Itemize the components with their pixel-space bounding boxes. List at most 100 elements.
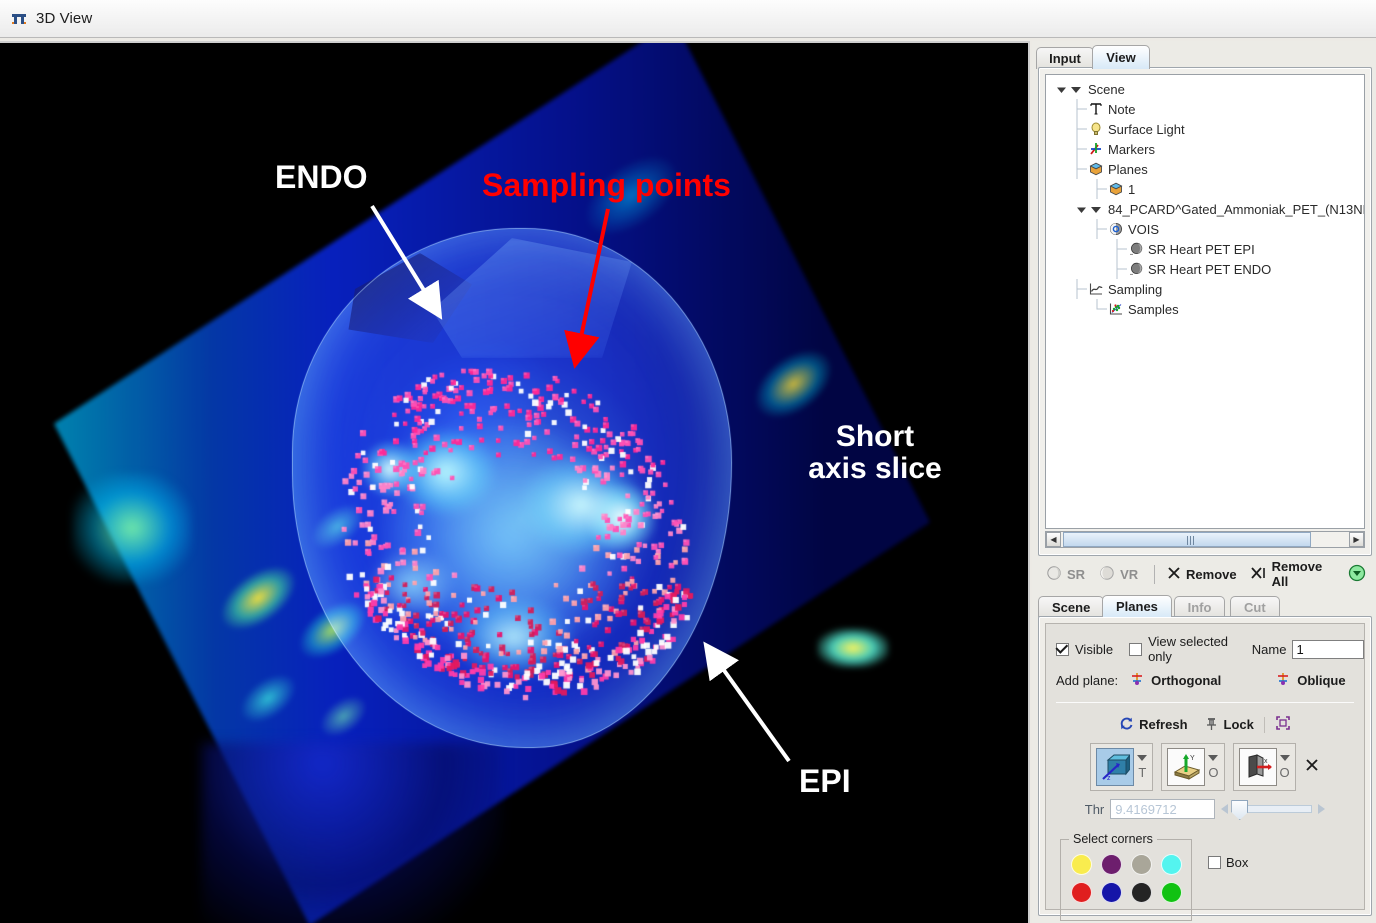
light-bulb-icon xyxy=(1088,121,1104,137)
tree-item-scene[interactable]: Scene xyxy=(1046,79,1364,99)
remove-label: Remove xyxy=(1186,566,1237,582)
chevron-down-icon[interactable] xyxy=(1137,754,1148,761)
plane-button-letter: T xyxy=(1138,764,1147,780)
tree-item-84-pcard-gated-ammoniak-pet-n13nh3-dy[interactable]: 84_PCARD^Gated_Ammoniak_PET_(N13NH3)_DY xyxy=(1046,199,1364,219)
tree-item-sampling[interactable]: Sampling xyxy=(1046,279,1364,299)
tree-branch-line xyxy=(1074,159,1088,179)
oblique-plane-icon[interactable] xyxy=(1276,672,1290,689)
remove-button[interactable]: Remove xyxy=(1167,566,1237,583)
chevron-down-icon[interactable] xyxy=(1208,754,1219,761)
corner-color-5[interactable] xyxy=(1101,882,1122,903)
orthogonal-plane-icon[interactable] xyxy=(1130,672,1144,689)
close-plane-button[interactable] xyxy=(1304,757,1320,778)
scene-action-bar: SR VR Remove Remove All xyxy=(1038,559,1372,589)
vr-button[interactable]: VR xyxy=(1099,565,1138,584)
thr-increment-arrow[interactable] xyxy=(1318,804,1326,814)
3d-viewport[interactable]: ENDO Sampling points Short axis slice EP… xyxy=(2,43,1028,923)
corner-color-2[interactable] xyxy=(1131,854,1152,875)
plane-button-group-1: YO xyxy=(1161,743,1225,791)
tree-item-label: 84_PCARD^Gated_Ammoniak_PET_(N13NH3)_DY xyxy=(1108,201,1364,217)
more-options-button[interactable] xyxy=(1348,564,1366,585)
tree-item-label: Samples xyxy=(1128,301,1179,317)
plane-button-side-0: T xyxy=(1137,754,1148,780)
tab-info[interactable]: Info xyxy=(1173,596,1226,617)
scrollbar-left-arrow[interactable]: ◀ xyxy=(1046,532,1061,547)
plane-y-icon[interactable]: Y xyxy=(1167,748,1206,786)
green-down-arrow-icon xyxy=(1348,564,1366,585)
markers-axes-icon xyxy=(1088,141,1104,157)
scrollbar-thumb[interactable] xyxy=(1063,532,1311,547)
corner-color-6[interactable] xyxy=(1131,882,1152,903)
surface-sphere-icon xyxy=(1128,241,1144,257)
expand-triangle-icon xyxy=(1054,84,1068,95)
thr-decrement-arrow[interactable] xyxy=(1221,804,1229,814)
refresh-icon xyxy=(1119,716,1134,734)
plane-x-icon[interactable]: x xyxy=(1238,748,1277,786)
orthogonal-label[interactable]: Orthogonal xyxy=(1151,673,1221,688)
lock-button[interactable]: Lock xyxy=(1204,716,1254,734)
tree-item-sr-heart-pet-endo[interactable]: SR Heart PET ENDO xyxy=(1046,259,1364,279)
scrollbar-grip xyxy=(1187,536,1194,545)
plane-button-letter: O xyxy=(1279,764,1290,780)
3d-viewport-container[interactable]: ENDO Sampling points Short axis slice EP… xyxy=(0,41,1030,923)
tree-item-planes[interactable]: Planes xyxy=(1046,159,1364,179)
tree-branch-line xyxy=(1074,139,1088,159)
thr-slider-thumb[interactable] xyxy=(1231,800,1249,820)
tree-item-vois[interactable]: VOIS xyxy=(1046,219,1364,239)
scene-tree[interactable]: Scene Note Surface Light Markers Planes 1 84_P… xyxy=(1045,74,1365,529)
corner-color-3[interactable] xyxy=(1161,854,1182,875)
tree-branch-line xyxy=(1074,279,1088,299)
scrollbar-track[interactable] xyxy=(1061,532,1349,547)
corner-color-4[interactable] xyxy=(1071,882,1092,903)
box-checkbox[interactable] xyxy=(1208,856,1221,869)
threshold-row: Thr 9.4169712 xyxy=(1046,799,1364,820)
sr-button[interactable]: SR xyxy=(1046,565,1085,584)
tree-item-label: SR Heart PET EPI xyxy=(1148,241,1255,257)
thr-slider[interactable] xyxy=(1231,800,1313,820)
scrollbar-right-arrow[interactable]: ▶ xyxy=(1349,532,1364,547)
chevron-down-icon[interactable] xyxy=(1279,754,1290,761)
tab-planes[interactable]: Planes xyxy=(1102,595,1172,617)
plane-button-side-2: O xyxy=(1279,754,1290,780)
panel-tab-strip: Scene Planes Info Cut xyxy=(1038,595,1372,617)
top-tab-strip: Input View xyxy=(1036,45,1372,69)
view-selected-only-checkbox[interactable] xyxy=(1129,642,1143,656)
3d-view-icon xyxy=(10,10,28,28)
text-note-icon xyxy=(1088,101,1104,117)
corner-color-1[interactable] xyxy=(1101,854,1122,875)
tree-branch-line xyxy=(1094,299,1108,319)
tree-item-surface-light[interactable]: Surface Light xyxy=(1046,119,1364,139)
plane-z-icon[interactable]: z xyxy=(1096,748,1135,786)
corner-swatch-cell xyxy=(1131,882,1161,910)
tree-branch-line xyxy=(1114,239,1128,259)
fit-to-view-icon[interactable] xyxy=(1275,715,1291,734)
tab-input[interactable]: Input xyxy=(1036,47,1094,69)
corner-color-0[interactable] xyxy=(1071,854,1092,875)
tree-item-label: 1 xyxy=(1128,181,1136,197)
visible-checkbox[interactable] xyxy=(1056,642,1069,656)
plane-button-side-1: O xyxy=(1208,754,1219,780)
tab-view[interactable]: View xyxy=(1092,45,1150,69)
tree-item-markers[interactable]: Markers xyxy=(1046,139,1364,159)
tree-item-samples[interactable]: Samples xyxy=(1046,299,1364,319)
oblique-label[interactable]: Oblique xyxy=(1297,673,1345,688)
tab-cut[interactable]: Cut xyxy=(1230,596,1280,617)
expand-triangle-icon xyxy=(1088,201,1104,217)
thr-input[interactable]: 9.4169712 xyxy=(1110,799,1216,819)
tree-item-note[interactable]: Note xyxy=(1046,99,1364,119)
tree-item-sr-heart-pet-epi[interactable]: SR Heart PET EPI xyxy=(1046,239,1364,259)
corner-color-7[interactable] xyxy=(1161,882,1182,903)
refresh-button[interactable]: Refresh xyxy=(1119,716,1188,734)
tree-item-1[interactable]: 1 xyxy=(1046,179,1364,199)
add-plane-row: Add plane: Orthogonal Oblique xyxy=(1056,672,1364,689)
plane-name-input[interactable]: 1 xyxy=(1292,639,1364,659)
svg-text:z: z xyxy=(1107,775,1111,782)
thr-label: Thr xyxy=(1084,801,1105,817)
remove-all-button[interactable]: Remove All xyxy=(1250,559,1334,589)
tree-branch-line xyxy=(1074,119,1088,139)
tree-item-label: SR Heart PET ENDO xyxy=(1148,261,1272,277)
box-label: Box xyxy=(1226,855,1249,870)
scene-tree-horizontal-scrollbar[interactable]: ◀ ▶ xyxy=(1045,531,1365,548)
tree-branch-line xyxy=(1094,219,1108,239)
tab-scene[interactable]: Scene xyxy=(1038,596,1105,617)
